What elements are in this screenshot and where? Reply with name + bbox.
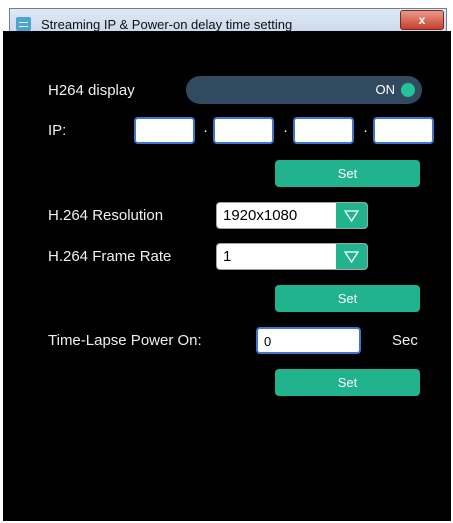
toggle-knob <box>401 83 415 97</box>
resolution-dropdown-button[interactable] <box>336 203 367 228</box>
close-button[interactable]: x <box>400 10 444 30</box>
close-icon: x <box>418 13 426 27</box>
frame-rate-value: 1 <box>223 248 232 265</box>
time-lapse-input[interactable] <box>256 327 361 354</box>
h264-display-toggle[interactable]: ON <box>186 76 422 104</box>
dialog-content <box>3 31 451 521</box>
frame-rate-label: H.264 Frame Rate <box>48 248 172 265</box>
time-lapse-label: Time-Lapse Power On: <box>48 332 202 349</box>
frame-rate-dropdown-button[interactable] <box>336 244 367 269</box>
ip-separator: · <box>283 122 288 139</box>
ip-octet-4-input[interactable] <box>373 117 434 144</box>
resolution-value: 1920x1080 <box>223 207 298 224</box>
app-icon <box>16 17 31 31</box>
resolution-label: H.264 Resolution <box>48 207 164 224</box>
ip-label: IP: <box>48 122 67 139</box>
ip-octet-2-input[interactable] <box>213 117 274 144</box>
ip-separator: · <box>203 122 208 139</box>
time-lapse-set-button[interactable]: Set <box>275 369 420 396</box>
h264-display-label: H264 display <box>48 82 135 99</box>
chevron-down-icon <box>344 210 359 223</box>
ip-separator: · <box>363 122 368 139</box>
resolution-select[interactable]: 1920x1080 <box>216 202 368 229</box>
window-title: Streaming IP & Power-on delay time setti… <box>41 17 293 32</box>
toggle-state-text: ON <box>375 82 396 97</box>
chevron-down-icon <box>344 251 359 264</box>
time-lapse-value[interactable] <box>258 329 359 352</box>
ip-set-button[interactable]: Set <box>275 160 420 187</box>
ip-octet-3-input[interactable] <box>293 117 354 144</box>
frame-rate-select[interactable]: 1 <box>216 243 368 270</box>
frame-rate-set-button[interactable]: Set <box>275 285 420 312</box>
time-lapse-unit: Sec <box>392 332 418 349</box>
ip-octet-1-input[interactable] <box>134 117 195 144</box>
